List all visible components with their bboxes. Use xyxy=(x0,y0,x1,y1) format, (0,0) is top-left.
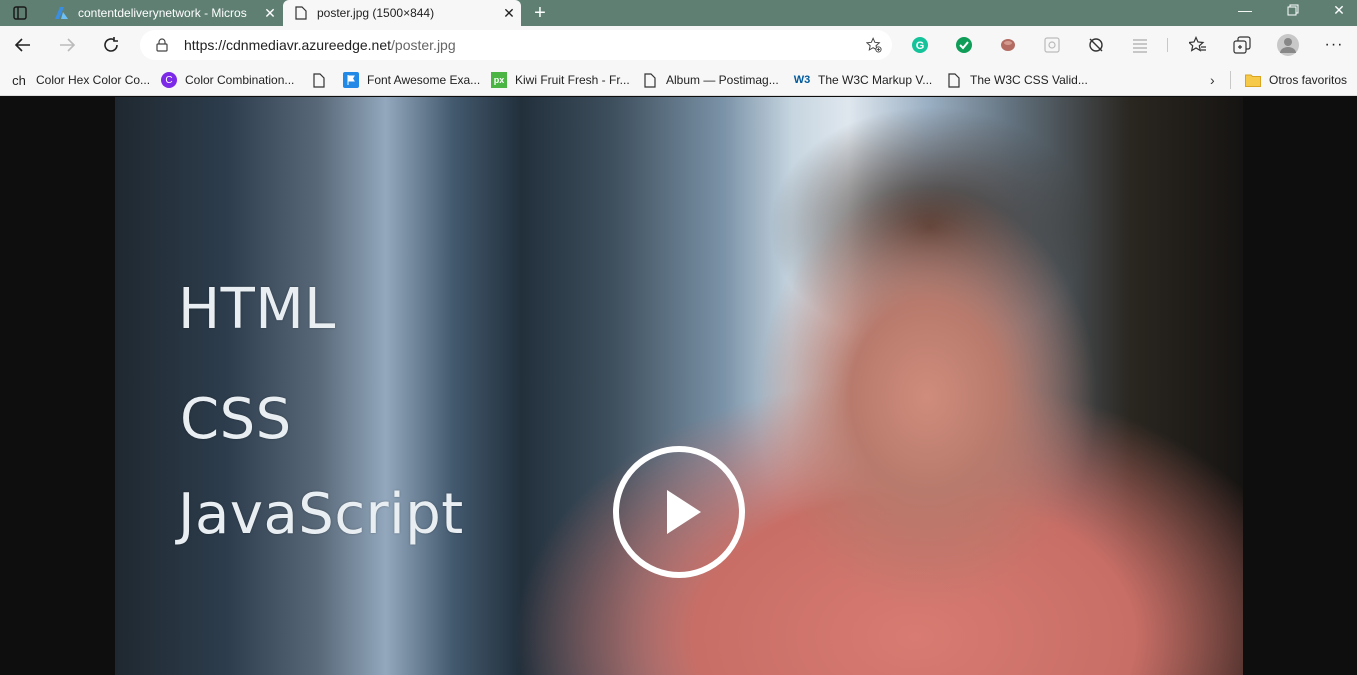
tab-contentdeliverynetwork[interactable]: contentdeliverynetwork - Micros ✕ xyxy=(44,0,282,26)
bookmark-item[interactable]: px Kiwi Fruit Fresh - Fr... xyxy=(491,70,630,90)
lock-icon[interactable] xyxy=(154,37,170,53)
poster-text-javascript: JavaScript xyxy=(178,482,464,547)
close-icon: ✕ xyxy=(1333,1,1345,18)
bookmark-item[interactable] xyxy=(311,70,335,90)
minimize-icon: — xyxy=(1238,2,1252,18)
restore-button[interactable] xyxy=(1270,0,1316,20)
bookmark-label: Color Hex Color Co... xyxy=(36,73,151,87)
close-icon[interactable]: ✕ xyxy=(258,1,282,25)
play-icon xyxy=(667,490,701,534)
bookmark-label: The W3C CSS Valid... xyxy=(970,73,1088,87)
other-favorites-folder[interactable]: Otros favoritos xyxy=(1245,70,1347,90)
sync-disabled-icon[interactable] xyxy=(1087,36,1105,54)
bookmarks-overflow-button[interactable]: › xyxy=(1210,70,1215,90)
url-path: /poster.jpg xyxy=(391,37,456,53)
tab-actions-icon xyxy=(13,6,27,20)
poster-image[interactable]: HTML CSS JavaScript xyxy=(115,97,1243,675)
page-icon xyxy=(642,72,658,88)
play-button[interactable] xyxy=(613,446,745,578)
azure-icon xyxy=(54,5,70,21)
bookmark-label: The W3C Markup V... xyxy=(818,73,933,87)
bookmark-item[interactable]: Font Awesome Exa... xyxy=(343,70,480,90)
bookmark-label: Font Awesome Exa... xyxy=(367,73,481,87)
settings-menu-button[interactable]: ··· xyxy=(1325,36,1343,54)
refresh-icon xyxy=(104,37,118,52)
bookmark-label: Album — Postimag... xyxy=(666,73,779,87)
screenshot-extension-icon[interactable] xyxy=(1043,36,1061,54)
avatar-icon xyxy=(1277,34,1299,56)
color-picker-extension-icon[interactable] xyxy=(999,36,1017,54)
bookmark-label: Color Combination... xyxy=(185,73,295,87)
refresh-button[interactable] xyxy=(96,30,126,60)
add-favorite-icon[interactable] xyxy=(866,37,882,53)
collections-icon[interactable] xyxy=(1233,36,1251,54)
svg-text:G: G xyxy=(916,40,925,52)
browser-toolbar: https://cdnmediavr.azureedge.net/poster.… xyxy=(0,26,1357,64)
image-viewport: HTML CSS JavaScript xyxy=(0,97,1357,675)
ch-icon: ch xyxy=(12,72,26,88)
reading-list-extension-icon[interactable] xyxy=(1131,36,1149,54)
poster-text-html: HTML xyxy=(178,277,336,342)
restore-icon xyxy=(1287,4,1299,16)
check-extension-icon[interactable] xyxy=(955,36,973,54)
back-button[interactable] xyxy=(8,30,38,60)
page-icon xyxy=(293,5,309,21)
address-bar[interactable]: https://cdnmediavr.azureedge.net/poster.… xyxy=(140,30,892,60)
poster-text-css: CSS xyxy=(180,387,292,452)
favorites-icon[interactable] xyxy=(1189,36,1207,54)
page-icon xyxy=(946,72,962,88)
bookmark-item[interactable]: W3 The W3C Markup V... xyxy=(793,70,933,90)
page-icon xyxy=(311,72,327,88)
flag-icon xyxy=(343,72,359,88)
arrow-right-icon xyxy=(60,38,76,52)
other-favorites-label: Otros favoritos xyxy=(1269,73,1348,87)
grammarly-icon[interactable]: G xyxy=(911,36,929,54)
folder-icon xyxy=(1245,72,1261,88)
url-host: https://cdnmediavr.azureedge.net xyxy=(184,37,392,53)
tab-actions-button[interactable] xyxy=(0,0,40,26)
tab-title: contentdeliverynetwork - Micros xyxy=(78,6,247,20)
bookmark-item[interactable]: ch Color Hex Color Co... xyxy=(10,70,150,90)
new-tab-button[interactable]: + xyxy=(526,0,554,26)
more-icon: ··· xyxy=(1324,36,1344,53)
px-icon: px xyxy=(491,72,507,88)
plus-icon: + xyxy=(534,1,546,24)
tab-poster[interactable]: poster.jpg (1500×844) ✕ xyxy=(283,0,521,26)
bookmark-item[interactable]: The W3C CSS Valid... xyxy=(946,70,1088,90)
window-close-button[interactable]: ✕ xyxy=(1316,0,1357,20)
profile-avatar[interactable] xyxy=(1277,34,1299,56)
tab-strip: contentdeliverynetwork - Micros ✕ poster… xyxy=(0,0,1357,26)
bookmarks-divider xyxy=(1230,71,1231,89)
bookmark-item[interactable]: C Color Combination... xyxy=(161,70,294,90)
bookmark-item[interactable]: Album — Postimag... xyxy=(642,70,779,90)
toolbar-divider xyxy=(1167,38,1168,52)
tab-title: poster.jpg (1500×844) xyxy=(317,6,435,20)
canva-icon: C xyxy=(161,72,177,88)
close-icon[interactable]: ✕ xyxy=(497,1,521,25)
favorites-bar: ch Color Hex Color Co... C Color Combina… xyxy=(0,64,1357,96)
bookmark-label: Kiwi Fruit Fresh - Fr... xyxy=(515,73,630,87)
chevron-right-icon: › xyxy=(1210,72,1215,88)
forward-button[interactable] xyxy=(52,30,82,60)
arrow-left-icon xyxy=(14,38,30,52)
w3-icon: W3 xyxy=(793,74,811,86)
minimize-button[interactable]: — xyxy=(1222,0,1268,20)
